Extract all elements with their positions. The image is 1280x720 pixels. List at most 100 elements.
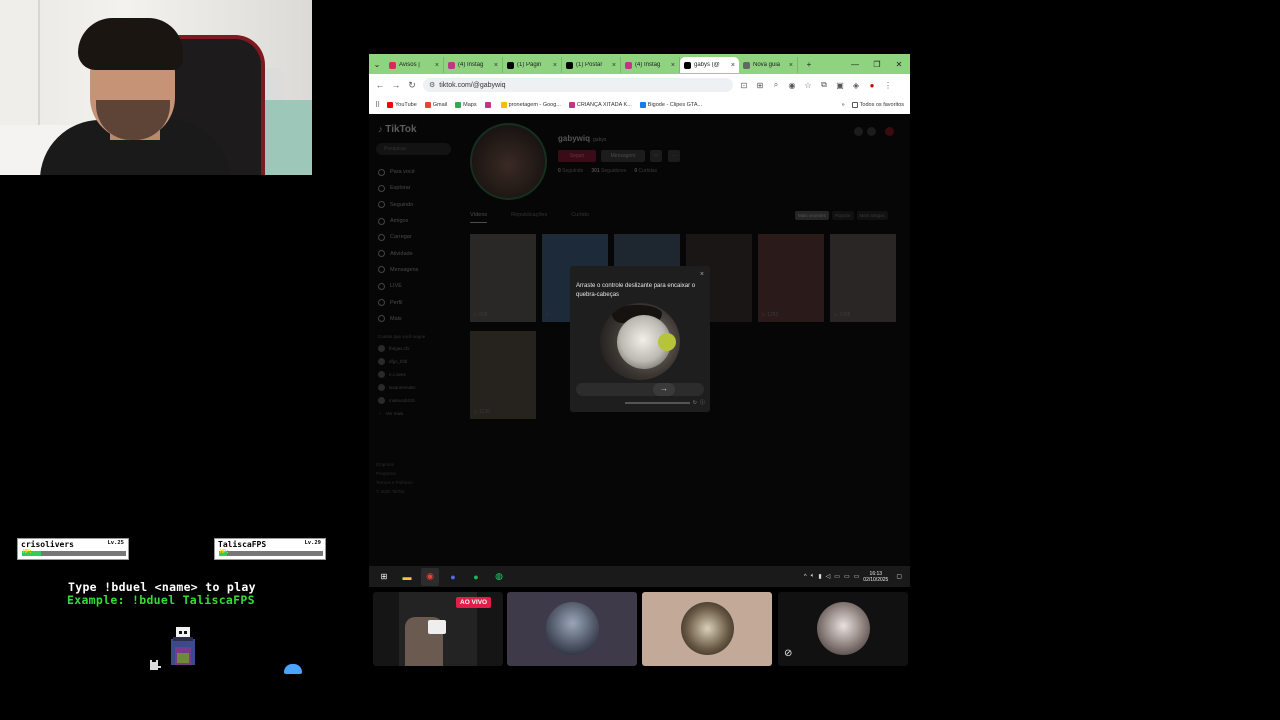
sidebar-item[interactable]: Mensagens (378, 262, 418, 278)
minimize-button[interactable]: — (844, 60, 866, 69)
call-tile-participant-4[interactable]: ⊘ (778, 592, 908, 666)
bookmark-item[interactable]: CRIANÇA XITADA K... (568, 102, 632, 108)
sort-option[interactable]: Mais recentes (795, 211, 830, 220)
mic-icon[interactable]: ▮ (818, 573, 821, 580)
all-bookmarks[interactable]: Todos os favoritos (851, 102, 904, 108)
user-avatar[interactable] (885, 127, 894, 136)
notifications-icon[interactable]: ▢ (896, 573, 902, 580)
windows-start-icon[interactable]: ⊞ (375, 568, 393, 586)
following-account[interactable]: dfgs_bfdl (378, 358, 425, 365)
close-tab-icon[interactable]: × (731, 62, 735, 69)
follow-button[interactable]: Seguir (558, 150, 596, 162)
close-tab-icon[interactable]: × (612, 62, 616, 69)
call-tile-participant-3[interactable] (642, 592, 772, 666)
settings-icon[interactable] (867, 127, 876, 136)
video-thumbnail[interactable]: ▷ 898 (470, 234, 536, 322)
sidebar-item[interactable]: Explorar (378, 180, 418, 196)
reload-icon[interactable]: ↻ (407, 80, 417, 91)
sidebar-item[interactable]: Perfil (378, 294, 418, 310)
translate-icon[interactable]: ⊞ (755, 81, 765, 90)
sidebar-item[interactable]: Seguindo (378, 197, 418, 213)
spotify-icon[interactable]: ● (467, 568, 485, 586)
back-icon[interactable]: ← (375, 80, 385, 90)
volume-icon[interactable]: ◁ (826, 573, 831, 580)
more-bookmarks-icon[interactable]: » (842, 102, 845, 108)
menu-icon[interactable]: ⋮ (883, 81, 893, 90)
network-icon[interactable]: ▭ (844, 573, 850, 580)
file-explorer-icon[interactable]: ▬ (398, 568, 416, 586)
browser-tab[interactable]: (4) Instag × (444, 57, 503, 73)
sidebar-item[interactable]: LIVE (378, 278, 418, 294)
following-account[interactable]: mateusi2415 (378, 397, 425, 404)
browser-tab[interactable]: gabys (@ × (680, 57, 739, 73)
captcha-slider-track[interactable] (576, 383, 704, 396)
close-window-button[interactable]: ✕ (888, 60, 910, 69)
footer-link[interactable]: Programa (376, 469, 413, 478)
bookmark-item[interactable]: pronetagem - Goog... (500, 102, 561, 108)
profile-tab[interactable]: Curtido (571, 212, 589, 223)
new-tab-button[interactable]: + (798, 60, 820, 69)
see-more-link[interactable]: ⌄ Ver mais (378, 410, 425, 416)
search-input[interactable]: Pesquisar (376, 143, 451, 155)
following-account[interactable]: fbrigas.cfx (378, 345, 425, 352)
following-account[interactable]: lasanmendec (378, 384, 425, 391)
video-thumbnail[interactable]: ▷ 1068 (830, 234, 896, 322)
footer-link[interactable]: Empresa (376, 460, 413, 469)
close-tab-icon[interactable]: × (671, 62, 675, 69)
apps-icon[interactable]: ⠿ (375, 101, 380, 109)
extension-1-icon[interactable]: ▣ (835, 81, 845, 90)
profile-tab[interactable]: Republicações (511, 212, 547, 223)
display-icon[interactable]: ▭ (834, 573, 840, 580)
more-options-icon[interactable]: ⋯ (668, 150, 680, 162)
sort-option[interactable]: Mais antigos (856, 211, 888, 220)
browser-tab[interactable]: Avisos | × (385, 57, 444, 73)
close-tab-icon[interactable]: × (789, 62, 793, 69)
footer-link[interactable]: Termos e Políticas (376, 478, 413, 487)
add-friend-icon[interactable]: ⚇ (650, 150, 662, 162)
bookmark-item[interactable]: Maps (455, 102, 477, 108)
close-tab-icon[interactable]: × (494, 62, 498, 69)
whatsapp-icon[interactable]: ◍ (490, 568, 508, 586)
sort-option[interactable]: Popular (832, 211, 854, 220)
site-info-icon[interactable]: ⚙ (429, 81, 435, 89)
message-button[interactable]: Mensagem (601, 150, 645, 162)
speaker-icon[interactable]: 🔈︎ (811, 573, 815, 580)
close-tab-icon[interactable]: × (435, 62, 439, 69)
tiktok-logo[interactable]: ♪ TikTok (378, 124, 417, 135)
chevron-up-icon[interactable]: ^ (804, 574, 807, 580)
sidebar-item[interactable]: Atividade (378, 245, 418, 261)
video-thumbnail[interactable]: ▷ 1253 (758, 234, 824, 322)
following-account[interactable]: e.c.aves (378, 371, 425, 378)
bookmark-star-icon[interactable]: ☆ (803, 81, 813, 90)
bookmark-item[interactable] (484, 102, 493, 108)
browser-tab[interactable]: (4) Instag × (621, 57, 680, 73)
eye-icon[interactable]: ◉ (787, 81, 797, 90)
maximize-button[interactable]: ❐ (866, 60, 888, 69)
forward-icon[interactable]: → (391, 80, 401, 90)
profile-icon[interactable]: ● (867, 81, 877, 90)
info-icon[interactable]: ⓘ (700, 399, 705, 406)
footer-link[interactable]: © 2025 TikTok (376, 487, 413, 496)
sidebar-item[interactable]: Para você (378, 164, 418, 180)
video-thumbnail[interactable]: ▷ 1130 (470, 331, 536, 419)
url-input[interactable]: ⚙ tiktok.com/@gabywiq (423, 78, 733, 92)
discord-icon[interactable]: ● (444, 568, 462, 586)
extension-2-icon[interactable]: ◈ (851, 81, 861, 90)
tab-search-icon[interactable]: ⌄ (369, 60, 385, 69)
call-tile-participant-2[interactable] (507, 592, 637, 666)
extensions-icon[interactable]: ⧉ (819, 80, 829, 90)
profile-tab[interactable]: Vídeos (470, 212, 488, 223)
sidebar-item[interactable]: Amigos (378, 213, 418, 229)
browser-tab[interactable]: (1) Postar × (562, 57, 621, 73)
close-icon[interactable]: × (700, 271, 704, 278)
refresh-icon[interactable]: ↻ (693, 400, 697, 406)
browser-tab[interactable]: (1) Págin × (503, 57, 562, 73)
battery-icon[interactable]: ▭ (854, 573, 860, 580)
install-icon[interactable]: ⊡ (739, 81, 749, 90)
browser-tab[interactable]: Nova guia × (739, 57, 798, 73)
share-icon[interactable] (854, 127, 863, 136)
bookmark-item[interactable]: Bigode - Clipes GTA... (639, 102, 702, 108)
sidebar-item[interactable]: Carregar (378, 229, 418, 245)
close-tab-icon[interactable]: × (553, 62, 557, 69)
chrome-icon[interactable]: ◉ (421, 567, 439, 586)
